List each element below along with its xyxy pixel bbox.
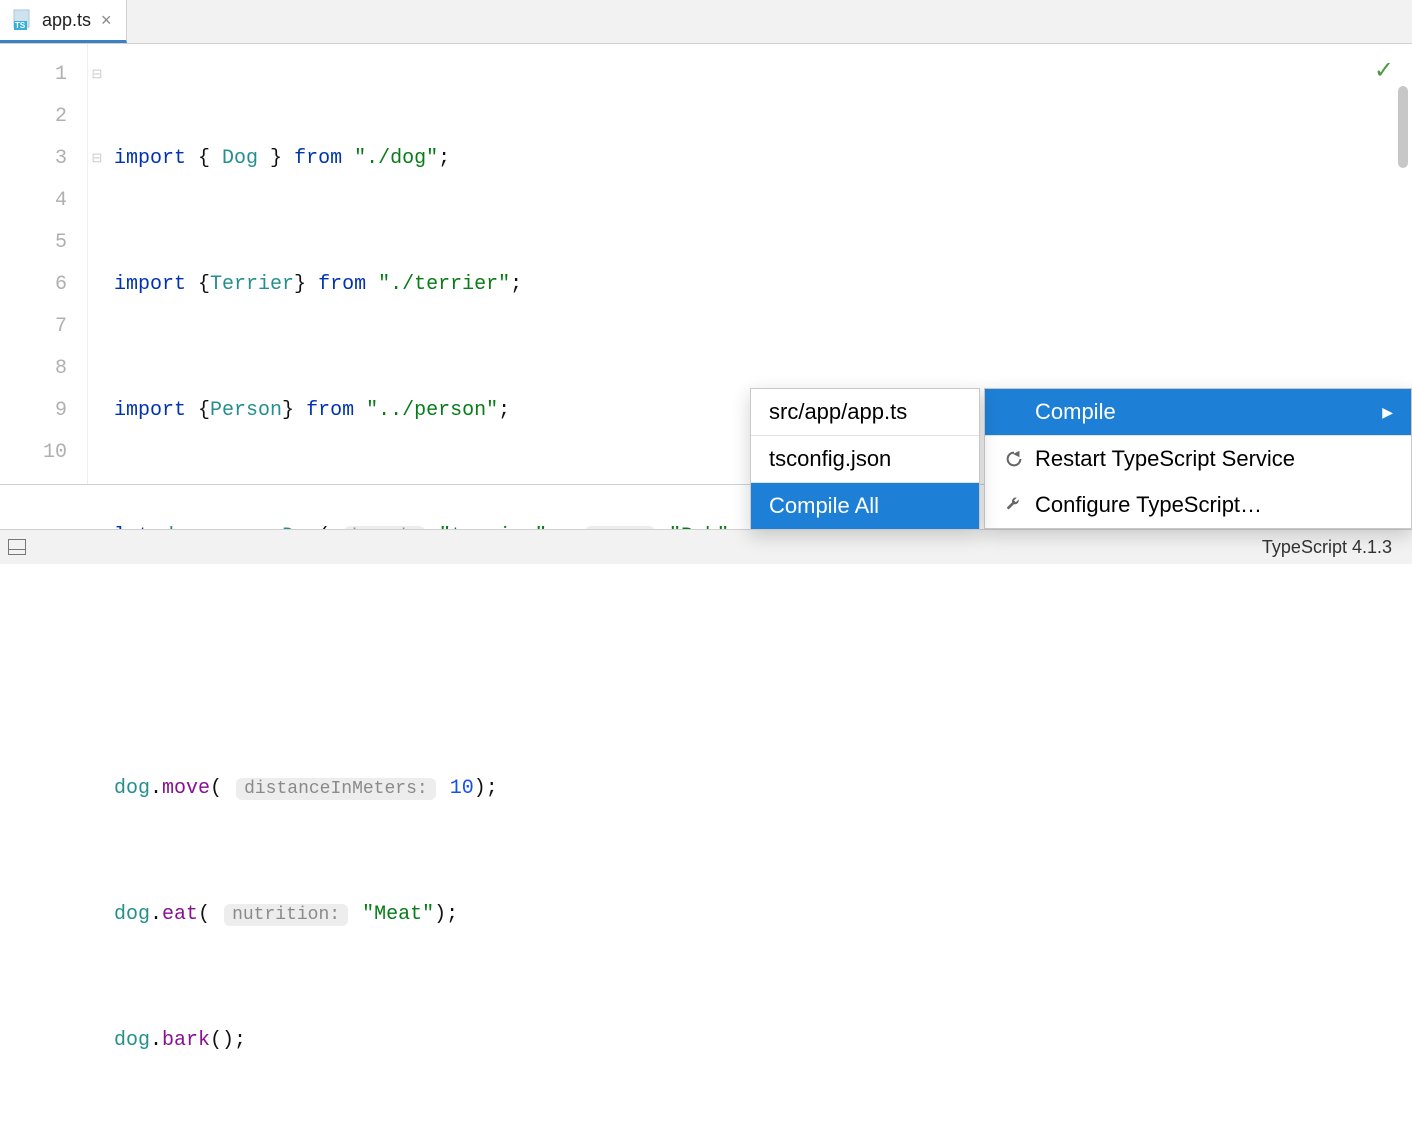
scrollbar-thumb[interactable] xyxy=(1398,86,1408,168)
close-icon[interactable]: × xyxy=(99,10,114,31)
tool-window-icon[interactable] xyxy=(8,539,26,555)
menu-item-label: Restart TypeScript Service xyxy=(1035,446,1295,472)
line-number: 4 xyxy=(0,180,67,222)
line-number: 8 xyxy=(0,348,67,390)
editor-tab-app-ts[interactable]: TS app.ts × xyxy=(0,0,127,43)
line-number: 1 xyxy=(0,54,67,96)
code-line: dog.bark(); xyxy=(114,1020,1412,1062)
restart-icon xyxy=(1003,448,1025,470)
ts-file-icon: TS xyxy=(12,9,34,31)
inlay-hint: distanceInMeters: xyxy=(236,778,436,800)
menu-item-compile-all[interactable]: Compile All xyxy=(751,483,979,529)
fold-gutter: ⊟ ⊟ xyxy=(88,44,106,484)
line-number-gutter: 1 2 3 4 5 6 7 8 9 10 xyxy=(0,44,88,484)
tab-label: app.ts xyxy=(42,10,91,31)
inspection-ok-icon[interactable]: ✓ xyxy=(1374,56,1394,86)
menu-item-label: tsconfig.json xyxy=(769,446,891,472)
inlay-hint: nutrition: xyxy=(224,904,348,926)
menu-item-label: src/app/app.ts xyxy=(769,399,907,425)
menu-item-restart-ts[interactable]: Restart TypeScript Service xyxy=(985,436,1411,482)
svg-text:TS: TS xyxy=(15,21,26,30)
line-number: 3 xyxy=(0,138,67,180)
line-number: 9 xyxy=(0,390,67,432)
status-bar: TypeScript 4.1.3 xyxy=(0,529,1412,564)
typescript-version-widget[interactable]: TypeScript 4.1.3 xyxy=(1262,537,1392,558)
menu-item-compile-tsconfig[interactable]: tsconfig.json xyxy=(751,436,979,482)
code-line: import { Dog } from "./dog"; xyxy=(114,138,1412,180)
submenu-arrow-icon: ▶ xyxy=(1382,404,1393,421)
menu-item-label: Configure TypeScript… xyxy=(1035,492,1262,518)
menu-item-configure-ts[interactable]: Configure TypeScript… xyxy=(985,482,1411,528)
compile-submenu: src/app/app.ts tsconfig.json Compile All xyxy=(750,388,980,530)
line-number: 2 xyxy=(0,96,67,138)
code-line: dog.eat( nutrition: "Meat"); xyxy=(114,894,1412,936)
menu-item-compile-file[interactable]: src/app/app.ts xyxy=(751,389,979,435)
tab-bar: TS app.ts × xyxy=(0,0,1412,44)
wrench-icon xyxy=(1003,494,1025,516)
line-number: 6 xyxy=(0,264,67,306)
line-number: 7 xyxy=(0,306,67,348)
menu-item-label: Compile xyxy=(1035,399,1116,425)
line-number: 5 xyxy=(0,222,67,264)
menu-item-compile[interactable]: Compile ▶ xyxy=(985,389,1411,435)
fold-region-icon[interactable]: ⊟ xyxy=(88,54,106,96)
menu-item-label: Compile All xyxy=(769,493,879,519)
code-line: dog.move( distanceInMeters: 10); xyxy=(114,768,1412,810)
code-line xyxy=(114,642,1412,684)
typescript-widget-menu: Compile ▶ Restart TypeScript Service Con… xyxy=(984,388,1412,529)
code-line: import {Terrier} from "./terrier"; xyxy=(114,264,1412,306)
fold-region-icon[interactable]: ⊟ xyxy=(88,138,106,180)
line-number: 10 xyxy=(0,432,67,474)
